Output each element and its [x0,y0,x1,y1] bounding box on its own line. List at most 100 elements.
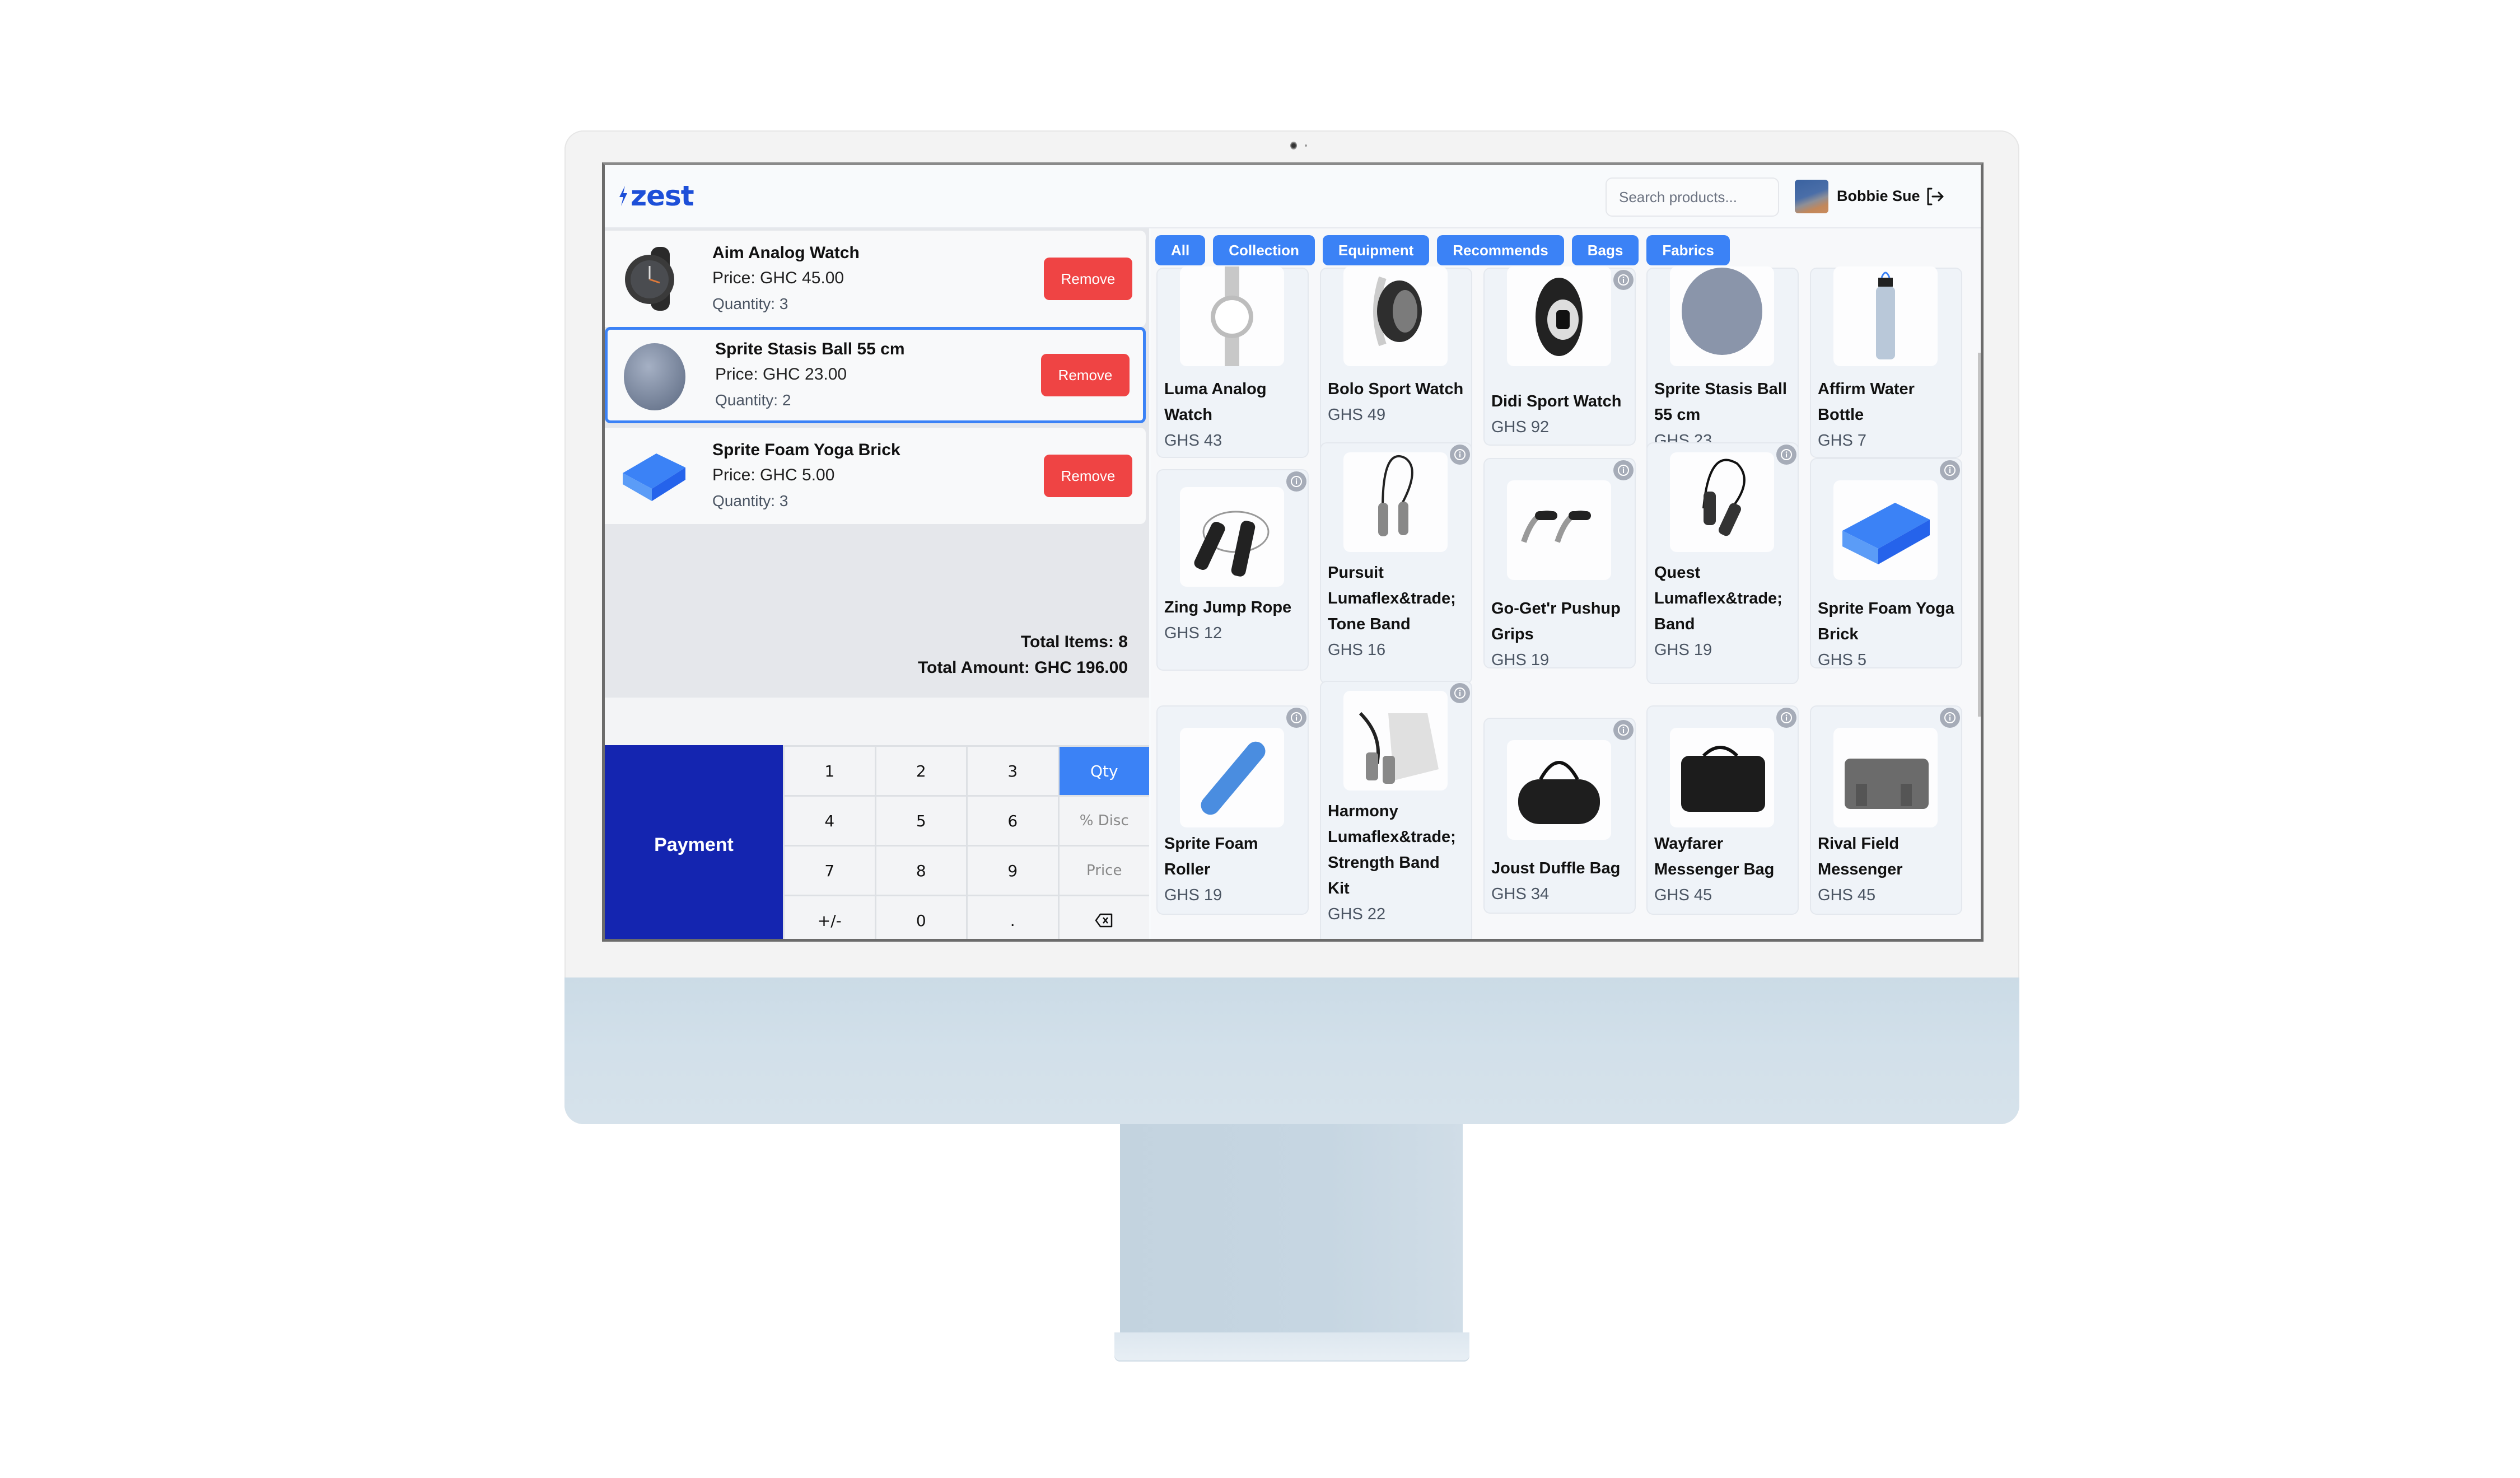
watch-silver-icon [1180,266,1284,366]
tab-collection[interactable]: Collection [1213,235,1315,265]
product-scrollbar[interactable] [1978,353,1981,717]
product-card[interactable]: Go-Get'r Pushup Grips GHS 19 [1483,458,1636,669]
product-name: Pursuit Lumaflex&trade; Tone Band GHS 16 [1328,560,1466,663]
key-7[interactable]: 7 [785,846,875,895]
product-name: Didi Sport Watch GHS 92 [1491,389,1629,440]
product-card[interactable]: Rival Field Messenger GHS 45 [1810,705,1962,915]
product-card[interactable]: Sprite Foam Roller GHS 19 [1156,705,1309,915]
info-icon [1781,712,1792,723]
product-title: Joust Duffle Bag [1491,859,1621,877]
brick-icon [1833,480,1938,580]
mode-discount-button[interactable]: % Disc [1059,797,1149,845]
info-button[interactable] [1776,445,1796,465]
search-input[interactable] [1606,177,1779,217]
cart-item[interactable]: Sprite Foam Yoga Brick Price: GHC 5.00 Q… [605,428,1146,524]
product-name: Go-Get'r Pushup Grips GHS 19 [1491,596,1629,673]
tab-recommends[interactable]: Recommends [1437,235,1564,265]
product-card[interactable]: Bolo Sport Watch GHS 49 [1320,266,1472,458]
jump-rope-icon [1180,487,1284,587]
product-card[interactable]: Didi Sport Watch GHS 92 [1483,266,1636,446]
watch-digital-icon [1507,266,1611,366]
info-button[interactable] [1286,708,1306,728]
cart-item-name: Sprite Foam Yoga Brick [712,441,900,459]
tab-equipment[interactable]: Equipment [1322,235,1430,265]
info-icon [1618,274,1629,286]
key-plus-minus[interactable]: +/- [785,896,875,939]
product-name: Sprite Foam Yoga Brick GHS 5 [1818,596,1956,673]
cart-item-price: Price: GHC 23.00 [715,365,847,383]
info-icon [1944,465,1956,476]
key-4[interactable]: 4 [785,797,875,845]
key-decimal[interactable]: . [968,896,1058,939]
messenger-bag-icon [1670,728,1774,827]
key-0[interactable]: 0 [876,896,966,939]
product-card[interactable]: Zing Jump Rope GHS 12 [1156,469,1309,671]
info-button[interactable] [1613,270,1634,290]
info-button[interactable] [1776,708,1796,728]
product-panel: All Collection Equipment Recommends Bags… [1151,228,1981,939]
cart-totals: Total Items: 8 Total Amount: GHC 196.00 [918,629,1128,681]
product-card[interactable]: Wayfarer Messenger Bag GHS 45 [1646,705,1799,915]
payment-button[interactable]: Payment [605,745,783,939]
info-button[interactable] [1613,720,1634,740]
tab-bags[interactable]: Bags [1571,235,1639,265]
key-9[interactable]: 9 [968,846,1058,895]
product-card[interactable]: Joust Duffle Bag GHS 34 [1483,718,1636,914]
product-title: Luma Analog Watch [1164,380,1267,424]
product-title: Pursuit Lumaflex&trade; Tone Band [1328,564,1456,633]
cart-list: Aim Analog Watch Price: GHC 45.00 Quanti… [605,228,1149,698]
info-button[interactable] [1286,471,1306,492]
logout-icon[interactable] [1924,185,1946,208]
tone-band-icon [1343,452,1448,552]
info-icon [1454,687,1466,699]
product-title: Zing Jump Rope [1164,598,1292,616]
info-button[interactable] [1450,683,1470,703]
remove-button[interactable]: Remove [1044,258,1132,300]
cart-item-quantity: Quantity: 2 [715,391,791,409]
key-1[interactable]: 1 [785,747,875,795]
product-price: GHS 16 [1328,641,1386,659]
cart-item-price: Price: GHC 45.00 [712,269,844,287]
product-card[interactable]: Pursuit Lumaflex&trade; Tone Band GHS 16 [1320,442,1472,684]
cart-item-quantity: Quantity: 3 [712,295,788,312]
product-title: Quest Lumaflex&trade; Band [1654,564,1782,633]
key-8[interactable]: 8 [876,846,966,895]
product-title: Affirm Water Bottle [1818,380,1915,424]
info-icon [1291,712,1302,723]
cart-item[interactable]: Aim Analog Watch Price: GHC 45.00 Quanti… [605,231,1146,327]
info-button[interactable] [1940,708,1960,728]
product-card[interactable]: Luma Analog Watch GHS 43 [1156,266,1309,458]
key-6[interactable]: 6 [968,797,1058,845]
key-3[interactable]: 3 [968,747,1058,795]
bolt-icon [619,186,627,206]
key-5[interactable]: 5 [876,797,966,845]
product-name: Bolo Sport Watch GHS 49 [1328,376,1466,428]
product-price: GHS 34 [1491,885,1550,903]
product-card[interactable]: Sprite Stasis Ball 55 cm GHS 23 [1646,266,1799,458]
avatar[interactable] [1795,180,1828,213]
key-2[interactable]: 2 [876,747,966,795]
product-card[interactable]: Affirm Water Bottle GHS 7 [1810,266,1962,458]
product-price: GHS 12 [1164,624,1222,642]
remove-button[interactable]: Remove [1041,354,1130,396]
monitor-stand [1120,1124,1463,1337]
camera-indicator [1305,144,1307,147]
brand-logo[interactable]: zest [618,182,694,210]
cart-item-selected[interactable]: Sprite Stasis Ball 55 cm Price: GHC 23.0… [605,327,1146,423]
info-button[interactable] [1940,460,1960,480]
cart-item-quantity: Quantity: 3 [712,492,788,509]
product-price: GHS 45 [1654,886,1712,904]
info-button[interactable] [1450,445,1470,465]
product-card[interactable]: Sprite Foam Yoga Brick GHS 5 [1810,458,1962,669]
remove-button[interactable]: Remove [1044,455,1132,497]
info-button[interactable] [1613,460,1634,480]
watch-icon [617,242,690,315]
backspace-button[interactable] [1059,896,1149,939]
tab-fabrics[interactable]: Fabrics [1646,235,1730,265]
product-card[interactable]: Harmony Lumaflex&trade; Strength Band Ki… [1320,681,1472,939]
category-tabs: All Collection Equipment Recommends Bags… [1155,235,1730,265]
mode-qty-button[interactable]: Qty [1059,747,1149,795]
mode-price-button[interactable]: Price [1059,846,1149,895]
product-card[interactable]: Quest Lumaflex&trade; Band GHS 19 [1646,442,1799,684]
tab-all[interactable]: All [1155,235,1206,265]
